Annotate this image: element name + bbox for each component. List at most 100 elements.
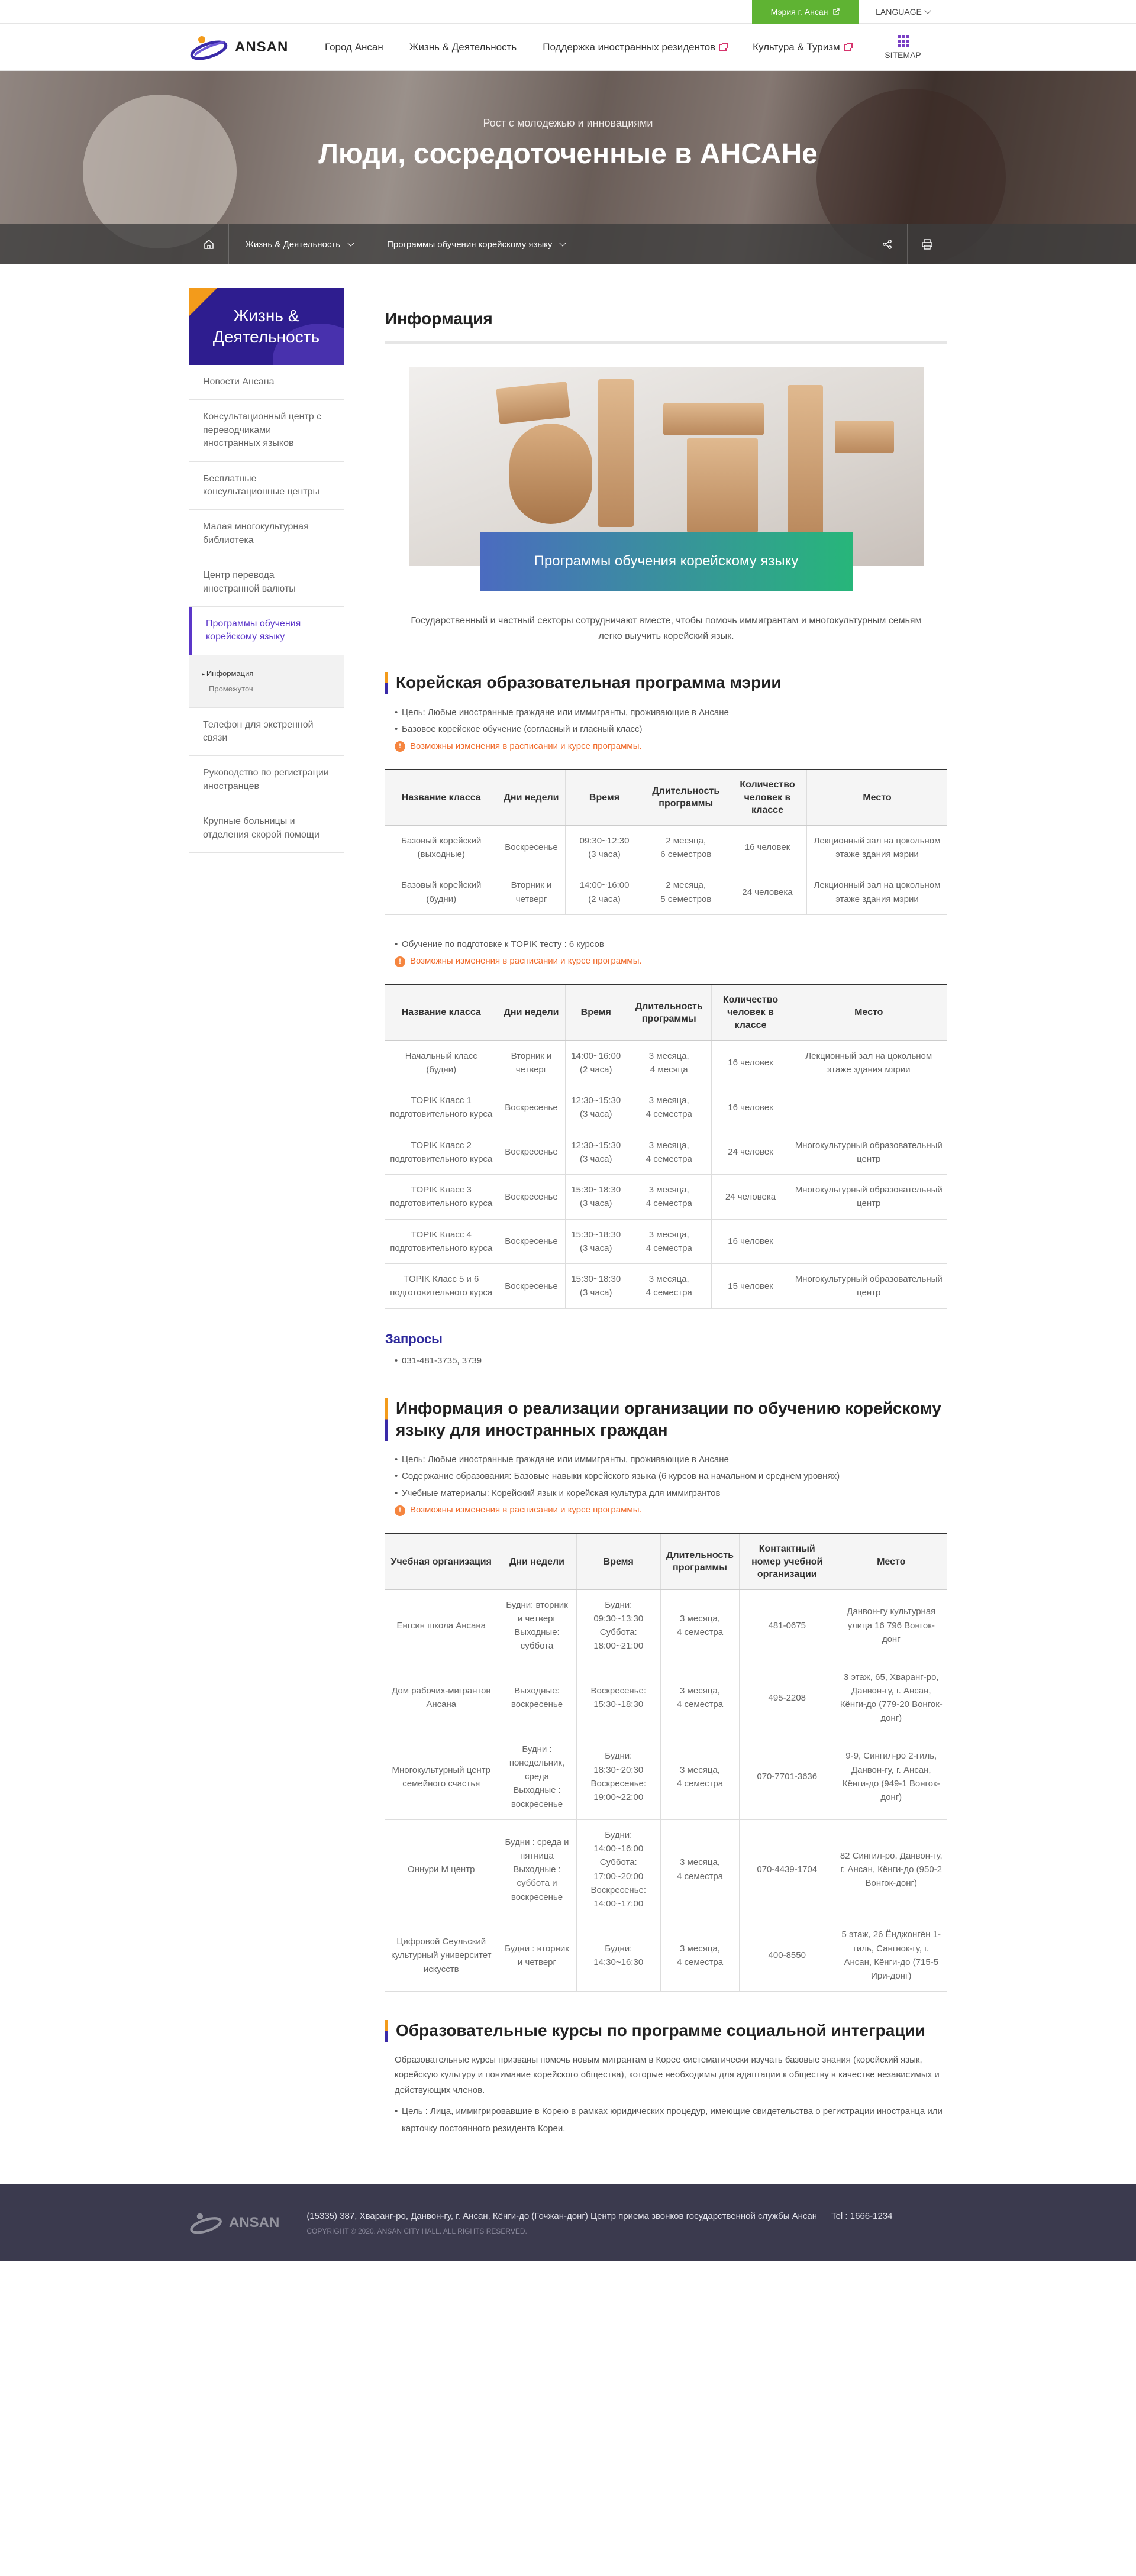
side-item-hospitals[interactable]: Крупные больницы и отделения скорой помо… [189,804,344,854]
table-cell: Воскресенье [497,1219,565,1265]
bullet-item: Учебные материалы: Корейский язык и коре… [395,1485,947,1502]
bullet-item: Содержание образования: Базовые навыки к… [395,1468,947,1485]
table-cell: Енгсин школа Ансана [385,1589,498,1662]
table-cell: Многокультурный образовательный центр [789,1130,947,1175]
language-label: LANGUAGE [876,7,922,17]
table-cell: 15:30~18:30 (3 часа) [564,1219,627,1265]
table-row: Базовый корейский (выходные) Воскресенье 0… [385,825,947,871]
nav-foreign-support[interactable]: Поддержка иностранных резидентов [543,41,728,53]
nav-culture-tourism[interactable]: Культура & Туризм [753,41,853,53]
mayor-site-link[interactable]: Мэрия г. Ансан [752,0,859,24]
table-cell: 15 человек [711,1263,790,1309]
nav-city-ansan[interactable]: Город Ансан [325,41,383,53]
home-button[interactable] [189,224,229,264]
hero-subtitle: Рост с молодежью и инновациями [483,117,653,129]
table-cell [789,1219,947,1265]
side-item-free-consult[interactable]: Бесплатные консультационные центры [189,462,344,510]
table-cell: Базовый корейский (будни) [385,870,498,915]
table-cell: Будни: 09:30~13:30 Суббота: 18:00~21:00 [576,1589,661,1662]
table-cell: 5 этаж, 26 Ёнджонгён 1-гиль, Сангнок-гу,… [834,1919,947,1992]
side-item-news[interactable]: Новости Ансана [189,365,344,400]
table-cell: 82 Сингил-ро, Данвон-гу, г. Ансан, Кёнги… [834,1819,947,1920]
table-cell: Начальный класс (будни) [385,1040,498,1086]
page-title: Информация [385,288,947,344]
table-cell: 15:30~18:30 (3 часа) [564,1174,627,1220]
footer-copyright: COPYRIGHT © 2020. ANSAN CITY HALL. ALL R… [306,2226,527,2235]
main-content: Информация Программы обучения корейскому… [385,288,947,2137]
table-cell: 3 месяца, 4 семестра [627,1219,711,1265]
exclamation-icon: ! [395,741,405,752]
site-logo[interactable]: ANSAN [189,34,319,61]
exclamation-icon: ! [395,1505,405,1516]
column-header: Длительность программы [660,1533,740,1590]
site-footer: ANSAN (15335) 387, Хваранг-ро, Данвон-гу… [0,2184,1136,2262]
table-cell: Выходные: воскресенье [497,1662,576,1734]
table-row: TOPIK Класс 5 и 6 подготовительного курс… [385,1263,947,1309]
bullet-item: Обучение по подготовке к TOPIK тесту : 6… [395,936,947,954]
nav-label: Город Ансан [325,41,383,53]
table-row: Оннури М центр Будни : среда и пятница Вы… [385,1819,947,1920]
table-cell: Дом рабочих-мигрантов Ансана [385,1662,498,1734]
table-cell: 09:30~12:30 (3 часа) [564,825,644,871]
table-cell: 3 месяца, 4 семестра [660,1734,740,1820]
breadcrumb-depth2-dropdown[interactable]: Программы обучения корейскому языку [370,224,583,264]
footer-tel: Tel : 1666-1234 [831,2210,893,2221]
table-cell: 16 человек [728,825,807,871]
inquiry-phone: 031-481-3735, 3739 [395,1353,947,1370]
share-button[interactable] [867,224,907,264]
notice-text: Возможны изменения в расписании и курсе … [410,1505,642,1515]
external-link-icon [719,42,728,51]
table-cell: Многокультурный образовательный центр [789,1174,947,1220]
table-cell: 14:00~16:00 (2 часа) [564,1040,627,1086]
column-header: Место [789,984,947,1041]
table-cell: 2 месяца, 6 семестров [643,825,728,871]
external-link-icon [833,8,840,15]
side-title-line1: Жизнь & [233,306,299,325]
column-header: Количество человек в классе [728,770,807,826]
column-header: Учебная организация [385,1533,498,1590]
section-heading-organizations: Информация о реализации организации по о… [385,1398,947,1441]
schedule-notice: ! Возможны изменения в расписании и курсе… [395,953,947,970]
table-cell: 3 месяца, 4 семестра [627,1263,711,1309]
side-sub-info[interactable]: Информация [202,666,331,681]
table-cell: Многокультурный образовательный центр [789,1263,947,1309]
logo-text: ANSAN [235,39,289,55]
side-menu: Жизнь & Деятельность Новости Ансана Консу… [189,288,344,2137]
table-cell: 12:30~15:30 (3 часа) [564,1085,627,1130]
table-row: Енгсин школа Ансана Будни: вторник и четв… [385,1589,947,1662]
column-header: Контактный номер учебной организации [739,1533,835,1590]
table-cell: Оннури М центр [385,1819,498,1920]
print-button[interactable] [907,224,947,264]
nav-life-work[interactable]: Жизнь & Деятельность [409,41,517,53]
breadcrumb-depth1-dropdown[interactable]: Жизнь & Деятельность [229,224,371,264]
table-cell: 9-9, Сингил-ро 2-гиль, Данвон-гу, г. Анс… [834,1734,947,1820]
nav-label: Жизнь & Деятельность [409,41,517,53]
language-selector[interactable]: LANGUAGE [859,0,947,24]
table-cell: TOPIK Класс 4 подготовительного курса [385,1219,498,1265]
table-cell: 3 месяца, 4 месяца [627,1040,711,1086]
table-cell: Воскресенье: 15:30~18:30 [576,1662,661,1734]
sitemap-label: SITEMAP [885,50,921,60]
table-cell: 070-4439-1704 [739,1819,835,1920]
side-submenu: Информация Промежуточ [189,655,344,708]
sitemap-button[interactable]: SITEMAP [859,24,947,71]
side-item-currency-exchange[interactable]: Центр перевода иностранной валюты [189,558,344,607]
side-item-interpreter-center[interactable]: Консультационный центр с переводчиками и… [189,400,344,462]
utility-bar: Мэрия г. Ансан LANGUAGE [0,0,1136,24]
mayor-link-label: Мэрия г. Ансан [770,7,828,17]
share-icon [882,240,892,249]
table-cell: 16 человек [711,1085,790,1130]
table-row: Многокультурный центр семейного счастья Б… [385,1734,947,1820]
table-cell: Будни: 14:30~16:30 [576,1919,661,1992]
table-cell: 3 месяца, 4 семестра [660,1819,740,1920]
table-cell: TOPIK Класс 3 подготовительного курса [385,1174,498,1220]
side-item-emergency-phone[interactable]: Телефон для экстренной связи [189,708,344,757]
side-sub-intermediate[interactable]: Промежуточ [202,681,331,697]
table-cell: 14:00~16:00 (2 часа) [564,870,644,915]
side-item-library[interactable]: Малая многокультурная библиотека [189,510,344,559]
table-row: Цифровой Сеульский культурный университе… [385,1919,947,1992]
side-item-korean-programs[interactable]: Программы обучения корейскому языку [189,606,344,655]
side-item-registration-guide[interactable]: Руководство по регистрации иностранцев [189,756,344,805]
table-cell: 16 человек [711,1219,790,1265]
table-cell: Лекционный зал на цокольном этаже здания… [789,1040,947,1086]
